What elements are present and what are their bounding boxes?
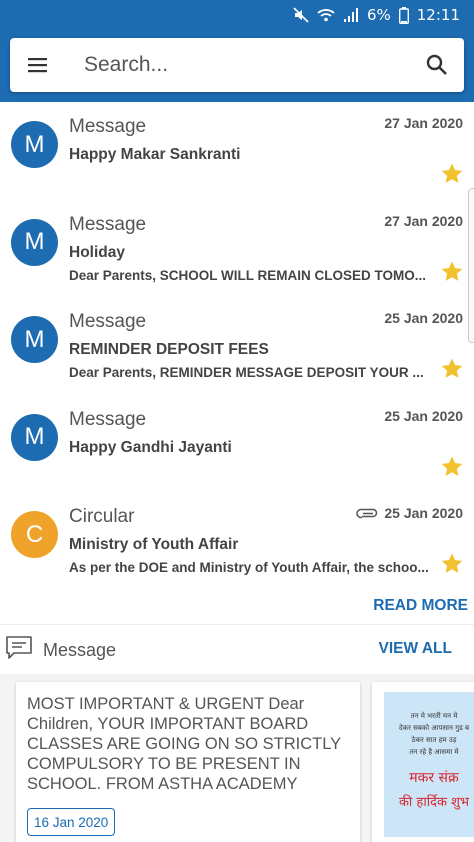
poster-text: तन मे भरती मन मे bbox=[410, 712, 458, 720]
clock: 12:11 bbox=[416, 6, 460, 24]
item-date-text: 27 Jan 2020 bbox=[384, 212, 463, 229]
hamburger-menu-icon[interactable] bbox=[10, 38, 66, 92]
section-title: Message bbox=[43, 640, 117, 660]
item-date: 25 Jan 2020 bbox=[384, 310, 463, 326]
item-preview: Dear Parents, SCHOOL WILL REMAIN CLOSED … bbox=[69, 267, 427, 283]
status-bar: 6% 12:11 bbox=[0, 0, 474, 30]
list-item[interactable]: M Message 25 Jan 2020 Happy Gandhi Jayan… bbox=[0, 397, 474, 495]
message-section-header: Message VIEW ALL bbox=[0, 628, 474, 670]
avatar: M bbox=[11, 218, 58, 266]
signal-icon bbox=[343, 7, 359, 23]
poster-title: की हार्दिक शुभ bbox=[398, 795, 470, 810]
item-date-text: 27 Jan 2020 bbox=[384, 115, 463, 131]
divider bbox=[0, 624, 474, 625]
avatar: M bbox=[11, 413, 58, 461]
message-list: M Message 27 Jan 2020 Happy Makar Sankra… bbox=[0, 104, 474, 592]
item-type: Message bbox=[69, 116, 147, 137]
scroll-handle[interactable] bbox=[468, 188, 474, 343]
paperclip-icon bbox=[356, 507, 378, 519]
item-subject: Ministry of Youth Affair bbox=[69, 536, 239, 553]
avatar: C bbox=[11, 511, 58, 558]
star-icon[interactable] bbox=[440, 162, 464, 186]
battery-text: 6% bbox=[366, 6, 391, 24]
item-type: Message bbox=[69, 408, 147, 430]
wifi-icon bbox=[317, 7, 335, 23]
card-text: MOST IMPORTANT & URGENT Dear Children, Y… bbox=[27, 695, 341, 793]
star-icon[interactable] bbox=[440, 260, 464, 284]
read-more-link[interactable]: READ MORE bbox=[373, 597, 468, 615]
list-item[interactable]: M Message 25 Jan 2020 REMINDER DEPOSIT F… bbox=[0, 299, 474, 397]
chat-bubble-icon bbox=[5, 635, 33, 666]
view-all-link[interactable]: VIEW ALL bbox=[379, 640, 452, 658]
item-subject: REMINDER DEPOSIT FEES bbox=[69, 341, 269, 358]
item-type: Circular bbox=[69, 506, 135, 527]
card-date-badge: 16 Jan 2020 bbox=[27, 808, 116, 836]
item-subject: Happy Makar Sankranti bbox=[69, 146, 241, 163]
list-item[interactable]: M Message 27 Jan 2020 Holiday Dear Paren… bbox=[0, 202, 474, 300]
item-type: Message bbox=[69, 311, 147, 332]
item-date: 27 Jan 2020 bbox=[384, 115, 463, 131]
image-card[interactable]: तन मे भरती मन मे देकर सबको आपसान गुड ब ठ… bbox=[372, 682, 474, 842]
poster-text: ठेकर सात हम उड़ bbox=[411, 736, 457, 744]
star-icon[interactable] bbox=[440, 552, 464, 576]
search-icon[interactable] bbox=[410, 38, 464, 92]
message-card[interactable]: MOST IMPORTANT & URGENT Dear Children, Y… bbox=[16, 682, 360, 842]
poster-text: तन रहे है आसमा मे bbox=[409, 748, 459, 756]
list-item[interactable]: M Message 27 Jan 2020 Happy Makar Sankra… bbox=[0, 104, 474, 202]
item-date: 25 Jan 2020 bbox=[384, 408, 463, 424]
list-item[interactable]: C Circular 25 Jan 2020 Ministry of Youth… bbox=[0, 494, 474, 592]
item-subject: Holiday bbox=[69, 243, 125, 261]
item-date-text: 25 Jan 2020 bbox=[384, 505, 463, 521]
item-type: Message bbox=[69, 213, 147, 235]
battery-icon bbox=[398, 6, 409, 24]
item-subject: Happy Gandhi Jayanti bbox=[69, 438, 232, 456]
item-date-text: 25 Jan 2020 bbox=[384, 407, 463, 424]
poster-title: मकर संक्र bbox=[409, 770, 459, 786]
poster-image: तन मे भरती मन मे देकर सबको आपसान गुड ब ठ… bbox=[384, 692, 474, 837]
avatar: M bbox=[11, 121, 58, 168]
poster-text: देकर सबको आपसान गुड ब bbox=[398, 724, 470, 732]
item-date: 25 Jan 2020 bbox=[356, 505, 463, 521]
item-date: 27 Jan 2020 bbox=[384, 213, 463, 229]
mute-icon bbox=[293, 7, 309, 23]
item-date-text: 25 Jan 2020 bbox=[384, 310, 463, 326]
search-bar bbox=[10, 38, 464, 92]
avatar: M bbox=[11, 316, 58, 363]
star-icon[interactable] bbox=[440, 455, 464, 479]
search-input[interactable] bbox=[66, 53, 410, 77]
item-preview: As per the DOE and Ministry of Youth Aff… bbox=[69, 560, 429, 575]
star-icon[interactable] bbox=[440, 357, 464, 381]
item-preview: Dear Parents, REMINDER MESSAGE DEPOSIT Y… bbox=[69, 365, 424, 380]
